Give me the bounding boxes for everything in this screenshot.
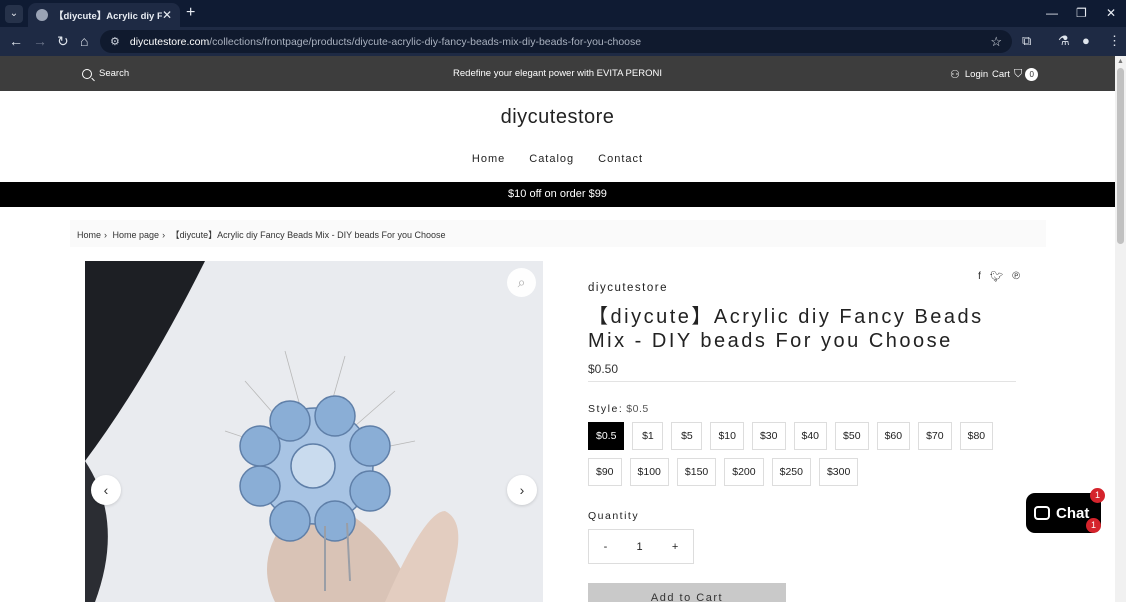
style-swatch[interactable]: $250 — [771, 458, 811, 486]
quantity-input[interactable]: 1 — [637, 541, 643, 553]
quantity-label: Quantity — [588, 510, 640, 522]
reload-icon[interactable]: ↻ — [57, 33, 69, 50]
cart-label: Cart — [992, 69, 1010, 80]
chat-bubble-icon — [1034, 506, 1050, 520]
labs-flask-icon[interactable]: ⚗ — [1058, 33, 1070, 49]
quantity-stepper: - 1 + — [588, 529, 694, 564]
zoom-magnifier-icon[interactable]: ⌕ — [507, 268, 536, 297]
chat-unread-badge: 1 — [1090, 488, 1105, 503]
nav-home[interactable]: Home — [472, 153, 505, 165]
style-label: Style: $0.5 — [588, 403, 649, 415]
style-swatch[interactable]: $50 — [835, 422, 869, 450]
twitter-icon[interactable]: 🐦︎ — [990, 270, 1003, 283]
offer-banner: $10 off on order $99 — [0, 182, 1115, 207]
browser-toolbar: ← → ↻ ⌂ ⚙ diycutestore.com/collections/f… — [0, 27, 1126, 56]
quantity-minus-button[interactable]: - — [604, 541, 608, 553]
style-swatch[interactable]: $0.5 — [588, 422, 625, 450]
store-logo[interactable]: diycutestore — [0, 106, 1115, 129]
chat-notification-badge: 1 — [1086, 518, 1101, 533]
site-info-icon[interactable]: ⚙ — [110, 35, 120, 48]
style-swatch[interactable]: $70 — [918, 422, 952, 450]
login-label: Login — [964, 69, 989, 80]
promo-text[interactable]: Redefine your elegant power with EVITA P… — [0, 68, 1115, 79]
style-label-text: Style: — [588, 403, 624, 415]
address-bar[interactable]: ⚙ diycutestore.com/collections/frontpage… — [100, 30, 1012, 53]
site-favicon-icon — [36, 9, 48, 21]
style-selected-value: $0.5 — [626, 403, 649, 415]
style-swatch[interactable]: $10 — [710, 422, 744, 450]
minimize-icon[interactable]: — — [1046, 6, 1058, 20]
user-icon: ⚇ — [950, 69, 960, 81]
profile-icon[interactable]: ● — [1082, 33, 1090, 48]
page-scrollbar[interactable]: ▲ — [1115, 56, 1126, 602]
prev-image-chevron-icon[interactable]: ‹ — [91, 475, 121, 505]
style-swatch[interactable]: $80 — [959, 422, 994, 450]
store-page: Search Redefine your elegant power with … — [0, 56, 1115, 602]
style-swatch[interactable]: $90 — [588, 458, 622, 486]
breadcrumb: Home › Home page › 【diycute】Acrylic diy Fa… — [70, 220, 1046, 247]
shopping-bag-icon: ⛉ — [1013, 68, 1023, 80]
scroll-up-arrow-icon[interactable]: ▲ — [1117, 58, 1124, 65]
new-tab-plus-icon[interactable]: + — [186, 4, 195, 22]
browser-tab[interactable]: 【diycute】Acrylic diy Fancy Beads Mix - D… — [28, 3, 180, 27]
next-image-chevron-icon[interactable]: › — [507, 475, 537, 505]
breadcrumb-chevron-icon: › — [162, 230, 166, 240]
breadcrumb-home-page[interactable]: Home page — [113, 230, 160, 240]
style-swatch[interactable]: $60 — [876, 422, 911, 450]
main-nav: Home Catalog Contact — [0, 153, 1115, 165]
url-path: /collections/frontpage/products/diycute-… — [209, 35, 642, 48]
product-photo — [85, 261, 543, 602]
back-arrow-icon[interactable]: ← — [9, 33, 23, 49]
quantity-plus-button[interactable]: + — [672, 541, 678, 553]
product-vendor[interactable]: diycutestore — [588, 282, 668, 294]
style-swatch[interactable]: $200 — [724, 458, 764, 486]
add-to-cart-button[interactable]: Add to Cart — [588, 583, 786, 602]
breadcrumb-home[interactable]: Home — [77, 230, 101, 240]
announcement-bar: Search Redefine your elegant power with … — [0, 56, 1115, 91]
style-swatch[interactable]: $100 — [629, 458, 669, 486]
nav-catalog[interactable]: Catalog — [529, 153, 574, 165]
cart-count-badge: 0 — [1025, 68, 1039, 81]
login-link[interactable]: ⚇ Login — [950, 68, 988, 81]
bookmark-star-icon[interactable]: ☆ — [990, 34, 1002, 50]
window-close-icon[interactable]: ✕ — [1106, 6, 1116, 20]
style-swatches: $0.5 $1 $5 $10 $30 $40 $50 $60 $70 $80 $… — [588, 422, 1018, 486]
scrollbar-thumb[interactable] — [1117, 68, 1124, 244]
forward-arrow-icon[interactable]: → — [33, 33, 47, 49]
tab-close-icon[interactable]: ✕ — [162, 8, 172, 22]
style-swatch[interactable]: $40 — [793, 422, 828, 450]
pinterest-icon[interactable]: ℗ — [1012, 270, 1020, 283]
style-swatch[interactable]: $5 — [671, 422, 703, 450]
style-swatch[interactable]: $300 — [818, 458, 859, 486]
home-icon[interactable]: ⌂ — [80, 33, 88, 49]
breadcrumb-current: 【diycute】Acrylic diy Fancy Beads Mix - D… — [170, 230, 446, 240]
restore-icon[interactable]: ❐ — [1076, 6, 1087, 20]
browser-tab-bar: ⌄ 【diycute】Acrylic diy Fancy Beads Mix -… — [0, 0, 1126, 27]
extensions-puzzle-icon[interactable]: ⧉ — [1022, 33, 1031, 49]
facebook-icon[interactable]: f — [978, 270, 981, 283]
menu-kebab-icon[interactable]: ⋮ — [1108, 33, 1121, 49]
style-swatch[interactable]: $150 — [676, 458, 717, 486]
nav-contact[interactable]: Contact — [598, 153, 643, 165]
style-swatch[interactable]: $30 — [751, 422, 786, 450]
tab-title: 【diycute】Acrylic diy Fancy Beads Mix - D… — [54, 11, 162, 22]
share-links: f 🐦︎ ℗ — [978, 270, 1020, 283]
product-title: 【diycute】Acrylic diy Fancy Beads Mix - D… — [588, 306, 984, 352]
product-image[interactable] — [85, 261, 543, 602]
chat-label: Chat — [1056, 504, 1090, 522]
cart-link[interactable]: Cart ⛉ 0 — [992, 68, 1039, 81]
style-swatch[interactable]: $1 — [632, 422, 664, 450]
breadcrumb-chevron-icon: › — [104, 230, 108, 240]
divider — [588, 381, 1016, 382]
tab-search-chevron-icon[interactable]: ⌄ — [5, 5, 23, 23]
product-price: $0.50 — [588, 362, 619, 376]
url-host: diycutestore.com — [129, 35, 210, 48]
